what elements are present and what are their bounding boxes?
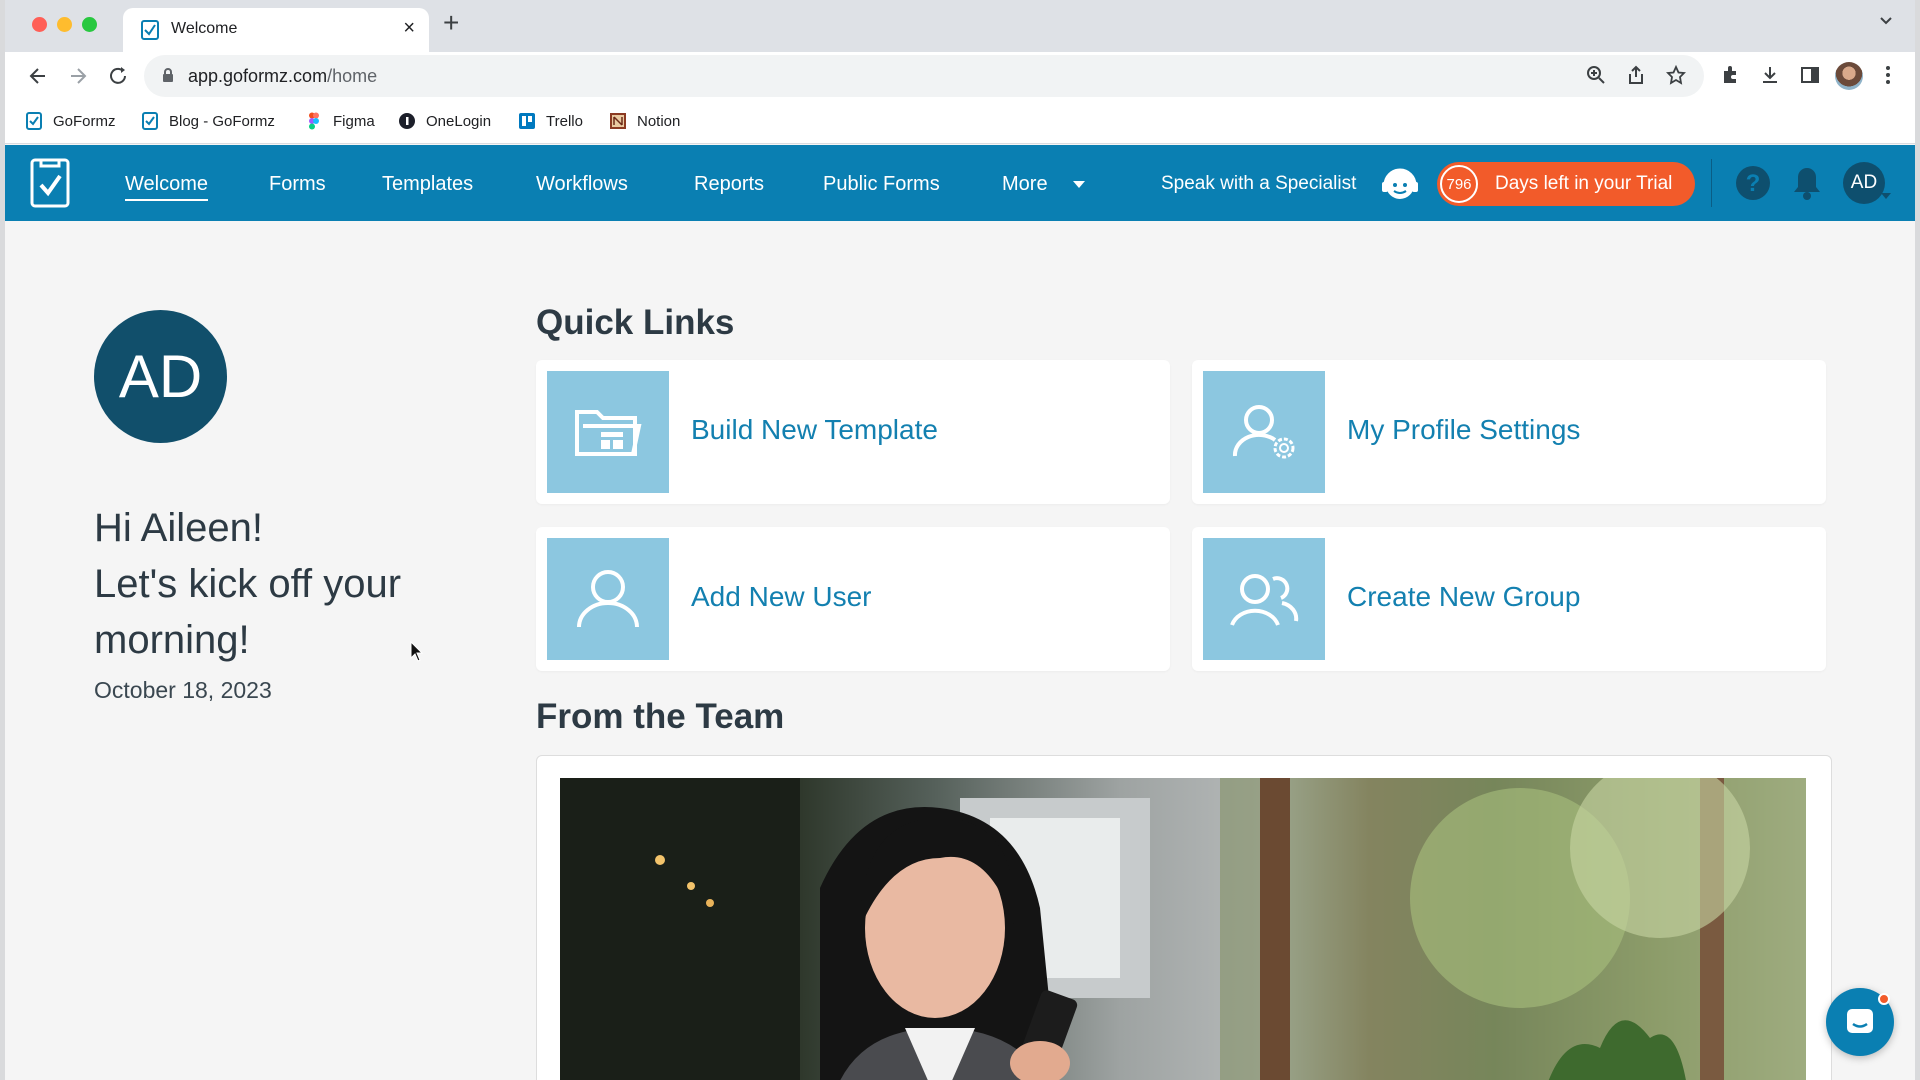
tab-title: Welcome bbox=[171, 20, 238, 37]
team-post-card[interactable] bbox=[536, 755, 1832, 1080]
folder-template-icon bbox=[575, 410, 642, 456]
browser-profile-avatar[interactable] bbox=[1835, 62, 1863, 90]
goformz-icon bbox=[141, 20, 159, 40]
app-navbar: Welcome Forms Templates Workflows Report… bbox=[5, 145, 1915, 221]
new-tab-icon[interactable]: + bbox=[443, 9, 459, 37]
quick-links-title: Quick Links bbox=[536, 303, 735, 342]
bookmark-notion[interactable]: Notion bbox=[609, 112, 680, 130]
lock-icon[interactable] bbox=[162, 67, 174, 83]
quick-link-create-new-group[interactable]: Create New Group bbox=[1192, 527, 1826, 671]
mouse-cursor-icon bbox=[410, 641, 424, 662]
notification-dot bbox=[1878, 993, 1890, 1005]
close-tab-icon[interactable]: × bbox=[403, 17, 415, 40]
photo-illustration bbox=[560, 778, 1806, 1080]
nav-more[interactable]: More bbox=[1002, 173, 1048, 196]
nav-forms[interactable]: Forms bbox=[269, 173, 326, 196]
headset-icon[interactable] bbox=[1380, 165, 1420, 203]
url-text: app.goformz.com/home bbox=[188, 66, 378, 86]
greeting: Hi Aileen! Let's kick off your morning! bbox=[94, 506, 402, 662]
bookmark-star-icon[interactable] bbox=[1666, 65, 1686, 85]
card-label: Build New Template bbox=[691, 414, 938, 445]
back-icon[interactable] bbox=[27, 65, 49, 87]
notion-icon bbox=[610, 113, 626, 129]
trello-icon bbox=[519, 113, 535, 129]
bookmark-goformz[interactable]: GoFormz bbox=[25, 112, 116, 130]
goformz-icon bbox=[26, 112, 42, 130]
card-label: My Profile Settings bbox=[1347, 414, 1581, 445]
bookmark-figma[interactable]: Figma bbox=[305, 112, 375, 130]
goformz-logo-icon[interactable] bbox=[29, 157, 71, 209]
goformz-icon bbox=[142, 112, 158, 130]
card-label: Create New Group bbox=[1347, 581, 1581, 612]
nav-workflows[interactable]: Workflows bbox=[536, 173, 628, 196]
close-window-button[interactable] bbox=[32, 17, 47, 32]
user-settings-icon bbox=[1232, 405, 1295, 459]
address-bar[interactable]: app.goformz.com/home bbox=[144, 55, 1704, 97]
svg-text:?: ? bbox=[1746, 170, 1761, 197]
bookmark-onelogin[interactable]: OneLogin bbox=[398, 112, 491, 130]
browser-tab-welcome[interactable]: Welcome × bbox=[123, 8, 429, 52]
user-icon bbox=[577, 570, 639, 628]
quick-link-my-profile-settings[interactable]: My Profile Settings bbox=[1192, 360, 1826, 504]
nav-divider bbox=[1711, 159, 1712, 207]
trial-days-count: 796 bbox=[1440, 165, 1478, 203]
team-photo bbox=[560, 778, 1806, 1080]
bookmarks-bar: GoFormz Blog - GoFormz Figma OneLogin Tr… bbox=[5, 102, 1915, 144]
help-icon[interactable]: ? bbox=[1735, 165, 1771, 201]
chat-icon bbox=[1847, 1009, 1873, 1033]
minimize-window-button[interactable] bbox=[57, 17, 72, 32]
side-panel-icon[interactable] bbox=[1800, 65, 1820, 85]
trial-badge[interactable]: 796 Days left in your Trial bbox=[1437, 162, 1695, 206]
nav-templates[interactable]: Templates bbox=[382, 173, 473, 196]
chevron-down-icon[interactable] bbox=[1881, 193, 1891, 199]
zoom-icon[interactable] bbox=[1586, 65, 1606, 85]
reload-icon[interactable] bbox=[107, 65, 129, 87]
nav-welcome[interactable]: Welcome bbox=[125, 173, 208, 201]
figma-icon bbox=[309, 112, 319, 130]
group-icon bbox=[1230, 574, 1299, 626]
download-icon[interactable] bbox=[1760, 65, 1780, 85]
maximize-window-button[interactable] bbox=[82, 17, 97, 32]
trial-days-label: Days left in your Trial bbox=[1495, 173, 1673, 194]
browser-menu-icon[interactable] bbox=[1885, 65, 1891, 85]
bookmark-blog-goformz[interactable]: Blog - GoFormz bbox=[141, 112, 275, 130]
bell-icon[interactable] bbox=[1792, 165, 1822, 201]
tab-search-icon[interactable] bbox=[1879, 16, 1893, 26]
browser-window: Welcome × + app.goformz.com/home GoFormz… bbox=[5, 0, 1915, 1080]
current-date: October 18, 2023 bbox=[94, 677, 272, 703]
tab-strip: Welcome × + bbox=[5, 0, 1915, 52]
browser-toolbar: app.goformz.com/home bbox=[5, 52, 1915, 102]
extensions-icon[interactable] bbox=[1720, 65, 1740, 85]
from-the-team-title: From the Team bbox=[536, 697, 785, 736]
bookmark-trello[interactable]: Trello bbox=[518, 112, 583, 130]
forward-icon[interactable] bbox=[67, 65, 89, 87]
card-label: Add New User bbox=[691, 581, 872, 612]
quick-link-add-new-user[interactable]: Add New User bbox=[536, 527, 1170, 671]
profile-avatar: AD bbox=[94, 310, 227, 443]
onelogin-icon bbox=[399, 113, 415, 129]
user-avatar-menu[interactable]: AD bbox=[1843, 162, 1885, 204]
nav-reports[interactable]: Reports bbox=[694, 173, 764, 196]
chevron-down-icon[interactable] bbox=[1073, 181, 1085, 188]
share-icon[interactable] bbox=[1627, 65, 1645, 85]
quick-link-build-new-template[interactable]: Build New Template bbox=[536, 360, 1170, 504]
nav-public-forms[interactable]: Public Forms bbox=[823, 173, 940, 196]
speak-with-specialist-link[interactable]: Speak with a Specialist bbox=[1161, 173, 1356, 195]
